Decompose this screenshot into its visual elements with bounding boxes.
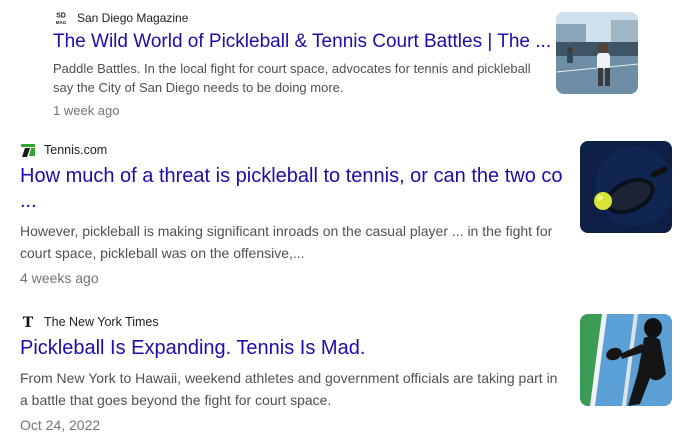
- result-source[interactable]: T The New York Times: [20, 314, 565, 330]
- result-date: Oct 24, 2022: [20, 417, 101, 433]
- tennis-com-logo-icon: [20, 142, 36, 158]
- result-snippet: From New York to Hawaii, weekend athlete…: [20, 370, 558, 408]
- source-name: San Diego Magazine: [77, 11, 189, 25]
- result-snippet: Paddle Battles. In the local fight for c…: [53, 61, 531, 95]
- svg-text:T: T: [23, 315, 34, 330]
- player-shadow-image[interactable]: [580, 314, 672, 406]
- search-result: Tennis.com How much of a threat is pickl…: [20, 142, 565, 286]
- result-title-link[interactable]: The Wild World of Pickleball & Tennis Co…: [53, 30, 553, 54]
- svg-text:SD: SD: [56, 13, 66, 20]
- source-name: The New York Times: [44, 315, 159, 329]
- result-date: 4 weeks ago: [20, 270, 99, 286]
- result-date: 1 week ago: [53, 103, 120, 118]
- paddle-and-ball-image[interactable]: [580, 141, 672, 233]
- result-source[interactable]: Tennis.com: [20, 142, 565, 158]
- result-title-link[interactable]: How much of a threat is pickleball to te…: [20, 164, 565, 214]
- players-on-court-image[interactable]: [556, 12, 638, 94]
- result-title-link[interactable]: Pickleball Is Expanding. Tennis Is Mad.: [20, 336, 565, 361]
- search-result: T The New York Times Pickleball Is Expan…: [20, 314, 565, 433]
- nyt-logo-icon: T: [20, 314, 36, 330]
- sd-mag-logo-icon: SD MAG: [53, 10, 69, 26]
- search-result: SD MAG San Diego Magazine The Wild World…: [53, 10, 553, 118]
- svg-text:MAG: MAG: [56, 20, 67, 25]
- source-name: Tennis.com: [44, 143, 108, 157]
- result-source[interactable]: SD MAG San Diego Magazine: [53, 10, 553, 26]
- result-snippet: However, pickleball is making significan…: [20, 223, 553, 261]
